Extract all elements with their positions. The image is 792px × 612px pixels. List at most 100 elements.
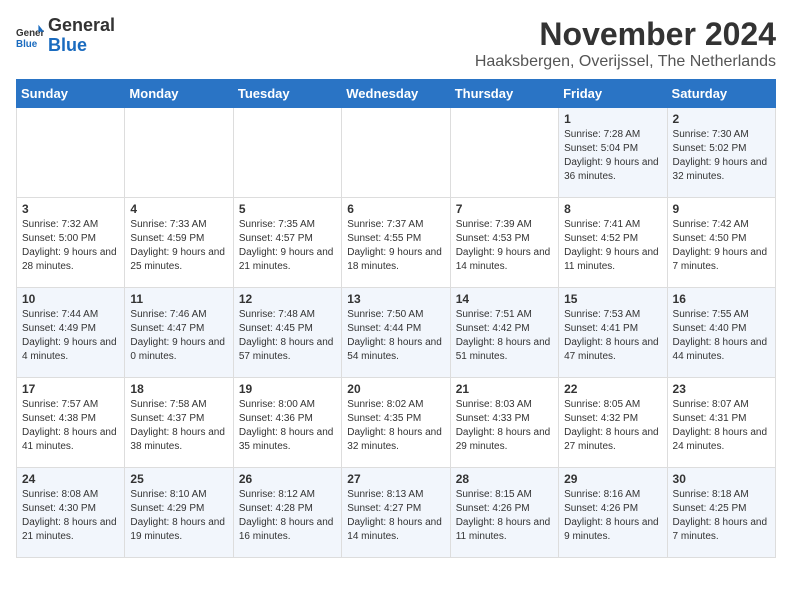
cell-content: Sunrise: 7:44 AM Sunset: 4:49 PM Dayligh… <box>22 308 119 364</box>
svg-text:Blue: Blue <box>16 39 38 50</box>
calendar-cell: 22 Sunrise: 8:05 AM Sunset: 4:32 PM Dayli… <box>559 378 667 468</box>
calendar-cell: 4 Sunrise: 7:33 AM Sunset: 4:59 PM Daylig… <box>125 198 233 288</box>
cell-content: Sunrise: 8:03 AM Sunset: 4:33 PM Dayligh… <box>456 398 553 454</box>
cell-content: Sunrise: 8:13 AM Sunset: 4:27 PM Dayligh… <box>347 488 444 544</box>
cell-content: Sunrise: 7:30 AM Sunset: 5:02 PM Dayligh… <box>673 128 770 184</box>
day-number: 21 <box>456 382 553 396</box>
week-row-5: 24Sunrise: 8:08 AM Sunset: 4:30 PM Dayli… <box>17 468 776 558</box>
header-day-saturday: Saturday <box>667 80 775 108</box>
cell-content: Sunrise: 8:02 AM Sunset: 4:35 PM Dayligh… <box>347 398 444 454</box>
cell-content: Sunrise: 7:37 AM Sunset: 4:55 PM Dayligh… <box>347 218 444 274</box>
day-number: 27 <box>347 472 444 486</box>
logo-general: General <box>48 16 115 36</box>
day-number: 1 <box>564 112 661 126</box>
cell-content: Sunrise: 8:18 AM Sunset: 4:25 PM Dayligh… <box>673 488 770 544</box>
calendar-cell: 14 Sunrise: 7:51 AM Sunset: 4:42 PM Dayli… <box>450 288 558 378</box>
day-number: 29 <box>564 472 661 486</box>
day-number: 13 <box>347 292 444 306</box>
calendar-cell: 29 Sunrise: 8:16 AM Sunset: 4:26 PM Dayli… <box>559 468 667 558</box>
logo-icon: General Blue <box>16 22 44 50</box>
cell-content: Sunrise: 7:32 AM Sunset: 5:00 PM Dayligh… <box>22 218 119 274</box>
calendar-cell: 20 Sunrise: 8:02 AM Sunset: 4:35 PM Dayli… <box>342 378 450 468</box>
header-day-sunday: Sunday <box>17 80 125 108</box>
calendar-cell <box>450 108 558 198</box>
cell-content: Sunrise: 7:58 AM Sunset: 4:37 PM Dayligh… <box>130 398 227 454</box>
cell-content: Sunrise: 7:51 AM Sunset: 4:42 PM Dayligh… <box>456 308 553 364</box>
title-block: November 2024 Haaksbergen, Overijssel, T… <box>475 16 776 71</box>
calendar-cell: 16Sunrise: 7:55 AM Sunset: 4:40 PM Dayli… <box>667 288 775 378</box>
calendar-cell: 24Sunrise: 8:08 AM Sunset: 4:30 PM Dayli… <box>17 468 125 558</box>
calendar-cell: 12Sunrise: 7:48 AM Sunset: 4:45 PM Dayli… <box>233 288 341 378</box>
header-day-monday: Monday <box>125 80 233 108</box>
cell-content: Sunrise: 7:33 AM Sunset: 4:59 PM Dayligh… <box>130 218 227 274</box>
calendar-cell: 7 Sunrise: 7:39 AM Sunset: 4:53 PM Daylig… <box>450 198 558 288</box>
day-number: 5 <box>239 202 336 216</box>
day-number: 16 <box>673 292 770 306</box>
calendar-cell: 21 Sunrise: 8:03 AM Sunset: 4:33 PM Dayli… <box>450 378 558 468</box>
calendar-cell: 19Sunrise: 8:00 AM Sunset: 4:36 PM Dayli… <box>233 378 341 468</box>
cell-content: Sunrise: 7:50 AM Sunset: 4:44 PM Dayligh… <box>347 308 444 364</box>
day-number: 9 <box>673 202 770 216</box>
calendar-cell: 23Sunrise: 8:07 AM Sunset: 4:31 PM Dayli… <box>667 378 775 468</box>
day-number: 30 <box>673 472 770 486</box>
cell-content: Sunrise: 8:15 AM Sunset: 4:26 PM Dayligh… <box>456 488 553 544</box>
day-number: 10 <box>22 292 119 306</box>
calendar-cell: 6 Sunrise: 7:37 AM Sunset: 4:55 PM Daylig… <box>342 198 450 288</box>
day-number: 8 <box>564 202 661 216</box>
calendar-cell: 13 Sunrise: 7:50 AM Sunset: 4:44 PM Dayli… <box>342 288 450 378</box>
day-number: 26 <box>239 472 336 486</box>
calendar-cell: 18 Sunrise: 7:58 AM Sunset: 4:37 PM Dayli… <box>125 378 233 468</box>
header-day-thursday: Thursday <box>450 80 558 108</box>
day-number: 24 <box>22 472 119 486</box>
header-day-tuesday: Tuesday <box>233 80 341 108</box>
cell-content: Sunrise: 8:12 AM Sunset: 4:28 PM Dayligh… <box>239 488 336 544</box>
calendar-cell: 28 Sunrise: 8:15 AM Sunset: 4:26 PM Dayli… <box>450 468 558 558</box>
cell-content: Sunrise: 7:28 AM Sunset: 5:04 PM Dayligh… <box>564 128 661 184</box>
header-day-friday: Friday <box>559 80 667 108</box>
week-row-1: 1 Sunrise: 7:28 AM Sunset: 5:04 PM Daylig… <box>17 108 776 198</box>
cell-content: Sunrise: 7:57 AM Sunset: 4:38 PM Dayligh… <box>22 398 119 454</box>
calendar-cell: 2 Sunrise: 7:30 AM Sunset: 5:02 PM Daylig… <box>667 108 775 198</box>
calendar-cell: 5 Sunrise: 7:35 AM Sunset: 4:57 PM Daylig… <box>233 198 341 288</box>
calendar-cell: 27 Sunrise: 8:13 AM Sunset: 4:27 PM Dayli… <box>342 468 450 558</box>
day-number: 25 <box>130 472 227 486</box>
cell-content: Sunrise: 7:42 AM Sunset: 4:50 PM Dayligh… <box>673 218 770 274</box>
calendar-cell: 1 Sunrise: 7:28 AM Sunset: 5:04 PM Daylig… <box>559 108 667 198</box>
header-day-wednesday: Wednesday <box>342 80 450 108</box>
day-number: 14 <box>456 292 553 306</box>
day-number: 17 <box>22 382 119 396</box>
calendar-cell: 11Sunrise: 7:46 AM Sunset: 4:47 PM Dayli… <box>125 288 233 378</box>
calendar-table: SundayMondayTuesdayWednesdayThursdayFrid… <box>16 79 776 558</box>
day-number: 3 <box>22 202 119 216</box>
day-number: 20 <box>347 382 444 396</box>
header-row: SundayMondayTuesdayWednesdayThursdayFrid… <box>17 80 776 108</box>
day-number: 11 <box>130 292 227 306</box>
logo-blue: Blue <box>48 36 115 56</box>
cell-content: Sunrise: 8:16 AM Sunset: 4:26 PM Dayligh… <box>564 488 661 544</box>
calendar-cell: 25 Sunrise: 8:10 AM Sunset: 4:29 PM Dayli… <box>125 468 233 558</box>
day-number: 15 <box>564 292 661 306</box>
calendar-cell: 17 Sunrise: 7:57 AM Sunset: 4:38 PM Dayli… <box>17 378 125 468</box>
cell-content: Sunrise: 8:10 AM Sunset: 4:29 PM Dayligh… <box>130 488 227 544</box>
day-number: 7 <box>456 202 553 216</box>
cell-content: Sunrise: 7:41 AM Sunset: 4:52 PM Dayligh… <box>564 218 661 274</box>
calendar-cell: 30 Sunrise: 8:18 AM Sunset: 4:25 PM Dayli… <box>667 468 775 558</box>
cell-content: Sunrise: 7:39 AM Sunset: 4:53 PM Dayligh… <box>456 218 553 274</box>
day-number: 4 <box>130 202 227 216</box>
day-number: 19 <box>239 382 336 396</box>
cell-content: Sunrise: 7:35 AM Sunset: 4:57 PM Dayligh… <box>239 218 336 274</box>
day-number: 2 <box>673 112 770 126</box>
calendar-cell <box>17 108 125 198</box>
calendar-cell: 26 Sunrise: 8:12 AM Sunset: 4:28 PM Dayli… <box>233 468 341 558</box>
day-number: 22 <box>564 382 661 396</box>
calendar-cell: 8 Sunrise: 7:41 AM Sunset: 4:52 PM Daylig… <box>559 198 667 288</box>
day-number: 6 <box>347 202 444 216</box>
day-number: 23 <box>673 382 770 396</box>
week-row-4: 17 Sunrise: 7:57 AM Sunset: 4:38 PM Dayli… <box>17 378 776 468</box>
day-number: 28 <box>456 472 553 486</box>
day-number: 18 <box>130 382 227 396</box>
page-header: General Blue General Blue November 2024 … <box>16 16 776 71</box>
calendar-body: 1 Sunrise: 7:28 AM Sunset: 5:04 PM Daylig… <box>17 108 776 558</box>
week-row-2: 3 Sunrise: 7:32 AM Sunset: 5:00 PM Daylig… <box>17 198 776 288</box>
cell-content: Sunrise: 8:05 AM Sunset: 4:32 PM Dayligh… <box>564 398 661 454</box>
